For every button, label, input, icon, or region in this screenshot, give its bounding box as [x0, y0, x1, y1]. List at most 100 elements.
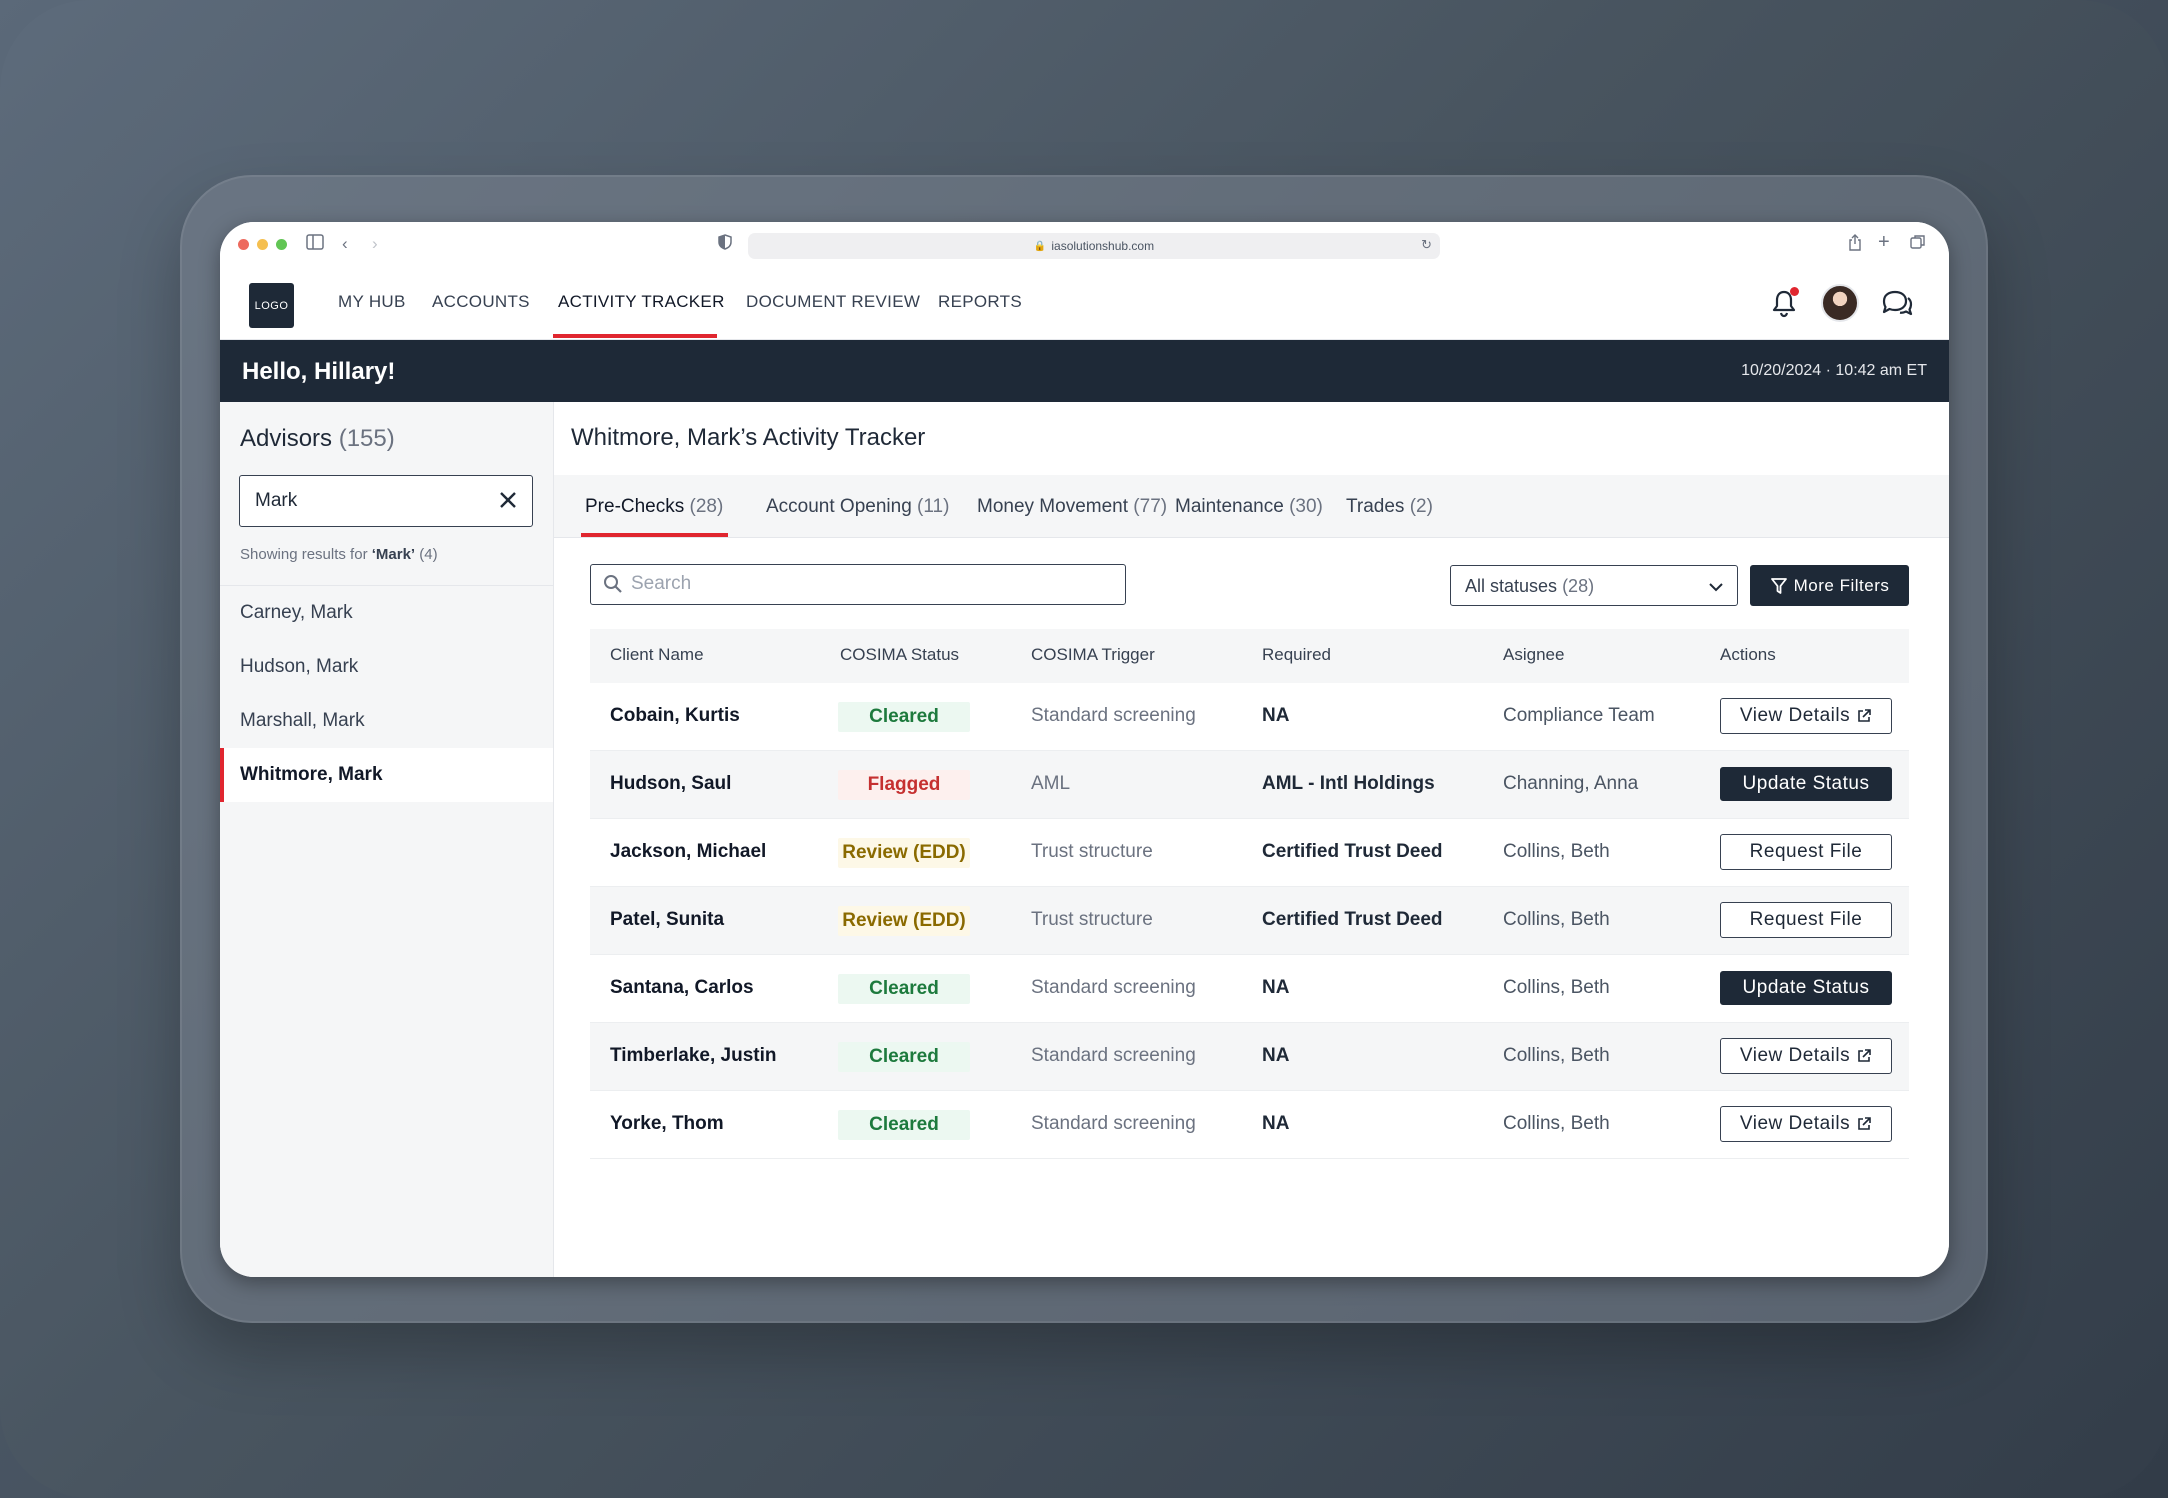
client-name[interactable]: Jackson, Michael — [610, 841, 766, 863]
filter-icon — [1770, 577, 1787, 594]
tab-account-opening[interactable]: Account Opening (11) — [766, 496, 949, 518]
results-count: (4) — [419, 546, 438, 563]
advisor-list: Carney, Mark Hudson, Mark Marshall, Mark… — [220, 586, 553, 802]
nav-document-review[interactable]: DOCUMENT REVIEW — [746, 292, 920, 312]
header-assignee[interactable]: Asignee — [1503, 645, 1564, 665]
header-cosima-status[interactable]: COSIMA Status — [840, 645, 959, 665]
share-icon[interactable] — [1848, 234, 1862, 256]
advisor-item[interactable]: Marshall, Mark — [220, 694, 553, 748]
cosima-trigger: Trust structure — [1031, 841, 1153, 862]
clear-search-icon[interactable] — [496, 488, 520, 512]
search-icon — [604, 575, 622, 593]
status-filter-text: All statuses — [1465, 576, 1558, 596]
required-item: NA — [1262, 705, 1290, 726]
client-name[interactable]: Yorke, Thom — [610, 1113, 724, 1135]
status-filter-count: (28) — [1562, 576, 1595, 596]
reload-icon[interactable]: ↻ — [1421, 237, 1432, 253]
table-row: Cobain, Kurtis Cleared Standard screenin… — [590, 683, 1909, 751]
top-navigation: LOGO MY HUB ACCOUNTS ACTIVITY TRACKER DO… — [220, 268, 1949, 340]
tab-count: (77) — [1133, 496, 1168, 517]
status-badge: Flagged — [838, 770, 970, 800]
update-status-button[interactable]: Update Status — [1720, 767, 1892, 801]
tab-trades[interactable]: Trades (2) — [1346, 496, 1433, 518]
pre-checks-table: Client Name COSIMA Status COSIMA Trigger… — [590, 629, 1909, 1159]
status-filter-dropdown[interactable]: All statuses (28) — [1450, 565, 1738, 606]
nav-my-hub[interactable]: MY HUB — [338, 292, 406, 312]
tab-maintenance[interactable]: Maintenance (30) — [1175, 496, 1323, 518]
zoom-window-button[interactable] — [276, 239, 287, 250]
privacy-shield-icon[interactable] — [718, 234, 732, 255]
minimize-window-button[interactable] — [257, 239, 268, 250]
tab-overview-icon[interactable] — [1910, 234, 1926, 255]
assignee: Collins, Beth — [1503, 1045, 1610, 1066]
action-label: Request File — [1749, 841, 1863, 862]
required-item: Certified Trust Deed — [1262, 909, 1443, 930]
view-details-button[interactable]: View Details — [1720, 1038, 1892, 1074]
update-status-button[interactable]: Update Status — [1720, 971, 1892, 1005]
table-row: Hudson, Saul Flagged AML AML - Intl Hold… — [590, 751, 1909, 819]
search-results-summary: Showing results for ‘Mark’ (4) — [240, 546, 438, 563]
table-row: Patel, Sunita Review (EDD) Trust structu… — [590, 887, 1909, 955]
client-search-field[interactable] — [590, 564, 1126, 605]
lock-icon: 🔒 — [1033, 240, 1047, 252]
required-item: NA — [1262, 1113, 1290, 1134]
client-name[interactable]: Timberlake, Justin — [610, 1045, 777, 1067]
client-search-input[interactable] — [631, 565, 1111, 603]
close-window-button[interactable] — [238, 239, 249, 250]
tab-money-movement[interactable]: Money Movement (77) — [977, 496, 1167, 518]
avatar[interactable] — [1821, 284, 1859, 322]
window-controls — [238, 239, 287, 250]
forward-arrow-icon[interactable]: › — [372, 234, 378, 254]
tab-pre-checks[interactable]: Pre-Checks (28) — [585, 496, 723, 518]
new-tab-icon[interactable]: + — [1878, 232, 1890, 252]
advisor-search-field[interactable] — [239, 475, 533, 527]
logo[interactable]: LOGO — [249, 283, 294, 328]
more-filters-label: More Filters — [1793, 575, 1890, 595]
url-text: iasolutionshub.com — [1051, 239, 1155, 253]
page-title: Whitmore, Mark’s Activity Tracker — [571, 424, 926, 451]
address-bar[interactable]: 🔒 iasolutionshub.com ↻ — [748, 233, 1440, 259]
tab-count: (11) — [917, 496, 950, 517]
view-details-button[interactable]: View Details — [1720, 1106, 1892, 1142]
tab-count: (30) — [1289, 496, 1323, 517]
cosima-trigger: Standard screening — [1031, 1113, 1196, 1134]
chevron-down-icon — [1709, 583, 1723, 592]
status-badge: Review (EDD) — [838, 906, 970, 936]
current-datetime: 10/20/2024 · 10:42 am ET — [1741, 362, 1927, 379]
more-filters-button[interactable]: More Filters — [1750, 565, 1909, 606]
advisor-item[interactable]: Hudson, Mark — [220, 640, 553, 694]
client-name[interactable]: Hudson, Saul — [610, 773, 731, 795]
client-name[interactable]: Santana, Carlos — [610, 977, 754, 999]
back-arrow-icon[interactable]: ‹ — [342, 234, 348, 254]
nav-accounts[interactable]: ACCOUNTS — [432, 292, 530, 312]
notification-dot — [1790, 287, 1799, 296]
request-file-button[interactable]: Request File — [1720, 834, 1892, 870]
header-cosima-trigger[interactable]: COSIMA Trigger — [1031, 645, 1155, 665]
chat-icon[interactable] — [1880, 288, 1914, 318]
header-client-name[interactable]: Client Name — [610, 645, 704, 665]
external-link-icon — [1858, 1117, 1871, 1130]
request-file-button[interactable]: Request File — [1720, 902, 1892, 938]
external-link-icon — [1858, 709, 1871, 722]
status-filter-label: All statuses (28) — [1465, 576, 1594, 597]
advisors-count: (155) — [338, 425, 395, 452]
table-row: Jackson, Michael Review (EDD) Trust stru… — [590, 819, 1909, 887]
cosima-trigger: AML — [1031, 773, 1071, 794]
nav-reports[interactable]: REPORTS — [938, 292, 1022, 312]
table-row: Timberlake, Justin Cleared Standard scre… — [590, 1023, 1909, 1091]
cosima-trigger: Standard screening — [1031, 705, 1196, 726]
nav-activity-tracker[interactable]: ACTIVITY TRACKER — [558, 292, 725, 312]
active-tab-indicator — [581, 533, 728, 537]
client-name[interactable]: Patel, Sunita — [610, 909, 724, 931]
advisor-item[interactable]: Carney, Mark — [220, 586, 553, 640]
sidebar-toggle-icon[interactable] — [306, 234, 324, 255]
tab-count: (28) — [689, 496, 724, 517]
client-name[interactable]: Cobain, Kurtis — [610, 705, 740, 727]
browser-toolbar: ‹ › 🔒 iasolutionshub.com ↻ + — [220, 222, 1949, 268]
header-required[interactable]: Required — [1262, 645, 1331, 665]
advisor-item-selected[interactable]: Whitmore, Mark — [220, 748, 553, 802]
advisor-search-input[interactable] — [240, 476, 480, 525]
greeting-banner: Hello, Hillary! 10/20/2024 · 10:42 am ET — [220, 340, 1949, 402]
status-badge: Review (EDD) — [838, 838, 970, 868]
view-details-button[interactable]: View Details — [1720, 698, 1892, 734]
